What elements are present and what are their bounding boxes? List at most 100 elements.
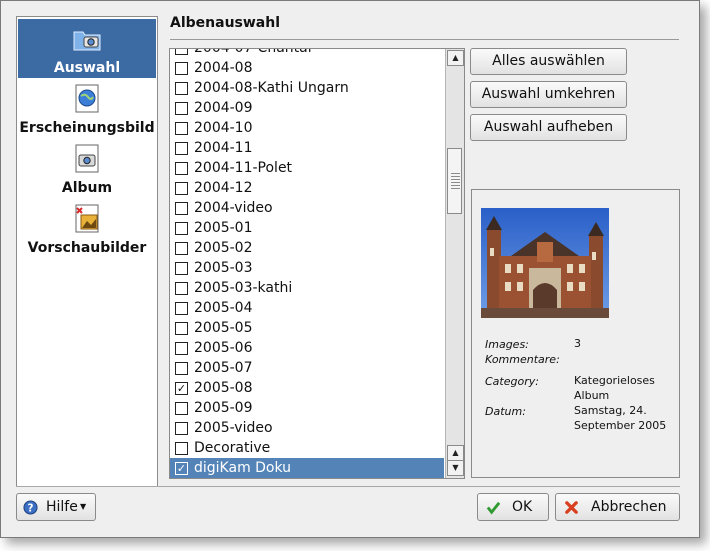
- album-checkbox[interactable]: [175, 322, 188, 335]
- sidebar-item-vorschaubilder[interactable]: Vorschaubilder: [18, 199, 156, 259]
- album-checkbox[interactable]: [175, 442, 188, 455]
- category-label: Category:: [485, 375, 539, 388]
- album-name: 2005-04: [194, 300, 253, 316]
- album-row[interactable]: ✓ digiKam Doku: [170, 458, 444, 478]
- help-label: Hilfe: [46, 499, 78, 515]
- album-row[interactable]: 2004-07-Chantal: [170, 49, 444, 58]
- album-row[interactable]: 2005-03: [170, 258, 444, 278]
- album-checkbox[interactable]: [175, 182, 188, 195]
- album-checkbox[interactable]: [175, 202, 188, 215]
- sidebar-item-erscheinungsbild[interactable]: Erscheinungsbild: [18, 79, 156, 139]
- album-checkbox[interactable]: [175, 122, 188, 135]
- chevron-down-icon: ▼: [80, 502, 87, 511]
- footer-divider: [16, 486, 680, 487]
- album-row[interactable]: 2004-10: [170, 118, 444, 138]
- album-checkbox[interactable]: [175, 402, 188, 415]
- scroll-up-button-lower[interactable]: ▲: [447, 445, 464, 461]
- album-row[interactable]: 2005-05: [170, 318, 444, 338]
- clear-selection-button[interactable]: Auswahl aufheben: [470, 114, 627, 141]
- album-name: 2005-06: [194, 340, 253, 356]
- album-info-panel: Images: 3 Kommentare: Category: Kategori…: [471, 189, 680, 478]
- album-row[interactable]: 2005-04: [170, 298, 444, 318]
- comments-label: Kommentare:: [485, 353, 560, 366]
- album-checkbox[interactable]: [175, 282, 188, 295]
- checkmark-icon: [486, 501, 501, 515]
- album-checkbox[interactable]: [175, 222, 188, 235]
- select-all-button[interactable]: Alles auswählen: [470, 48, 627, 75]
- album-checkbox[interactable]: [175, 302, 188, 315]
- album-row[interactable]: Decorative: [170, 438, 444, 458]
- album-name: digiKam Doku: [194, 460, 292, 476]
- date-label: Datum:: [485, 405, 526, 418]
- thumbnails-icon: [75, 204, 99, 233]
- album-list-scrollbar[interactable]: ▲ ▲ ▼: [445, 49, 464, 478]
- album-row[interactable]: 2004-09: [170, 98, 444, 118]
- date-value: Samstag, 24. September 2005: [574, 404, 667, 432]
- sidebar-item-label: Auswahl: [53, 60, 121, 76]
- album-checkbox[interactable]: [175, 422, 188, 435]
- cancel-button[interactable]: Abbrechen: [555, 493, 680, 521]
- album-name: 2004-12: [194, 180, 253, 196]
- album-name: 2004-11: [194, 140, 253, 156]
- svg-text:?: ?: [28, 502, 34, 514]
- album-row[interactable]: 2004-11: [170, 138, 444, 158]
- album-checkbox[interactable]: [175, 362, 188, 375]
- album-checkbox[interactable]: [175, 342, 188, 355]
- album-name: 2005-03: [194, 260, 253, 276]
- album-name: 2004-08: [194, 60, 253, 76]
- album-row[interactable]: 2005-video: [170, 418, 444, 438]
- album-name: Decorative: [194, 440, 271, 456]
- scroll-up-button[interactable]: ▲: [447, 50, 464, 66]
- album-row[interactable]: 2004-08-Kathi Ungarn: [170, 78, 444, 98]
- album-checkbox[interactable]: [175, 262, 188, 275]
- album-name: 2004-09: [194, 100, 253, 116]
- album-checkbox[interactable]: [175, 82, 188, 95]
- album-row[interactable]: 2005-02: [170, 238, 444, 258]
- images-label: Images:: [485, 338, 529, 351]
- album-list[interactable]: 2004-07-Chantal 2004-08 2004-08-Kathi Unga…: [169, 48, 465, 479]
- album-checkbox[interactable]: ✓: [175, 462, 188, 475]
- album-name: 2005-video: [194, 420, 273, 436]
- album-checkbox[interactable]: [175, 142, 188, 155]
- album-checkbox[interactable]: [175, 49, 188, 55]
- album-name: 2005-03-kathi: [194, 280, 293, 296]
- sidebar-item-auswahl[interactable]: Auswahl: [18, 19, 156, 78]
- album-name: 2005-08: [194, 380, 253, 396]
- ok-button[interactable]: OK: [477, 493, 549, 521]
- album-name: 2005-09: [194, 400, 253, 416]
- cancel-label: Abbrechen: [591, 499, 667, 515]
- album-name: 2005-05: [194, 320, 253, 336]
- scroll-down-button[interactable]: ▼: [447, 460, 464, 476]
- invert-selection-button[interactable]: Auswahl umkehren: [470, 81, 627, 108]
- sidebar: Auswahl Erscheinungsbild Album Vorschaub…: [16, 16, 158, 487]
- album-row[interactable]: 2004-11-Polet: [170, 158, 444, 178]
- ok-label: OK: [512, 499, 533, 515]
- config-dialog: Auswahl Erscheinungsbild Album Vorschaub…: [0, 0, 700, 538]
- sidebar-item-album[interactable]: Album: [18, 139, 156, 199]
- album-checkbox[interactable]: [175, 162, 188, 175]
- album-checkbox[interactable]: [175, 62, 188, 75]
- album-row[interactable]: 2004-12: [170, 178, 444, 198]
- album-icon: [75, 144, 99, 173]
- album-row[interactable]: ✓ 2005-08: [170, 378, 444, 398]
- album-thumbnail: [481, 208, 609, 318]
- album-name: 2005-07: [194, 360, 253, 376]
- album-name: 2004-08-Kathi Ungarn: [194, 80, 349, 96]
- help-button[interactable]: ? Hilfe ▼: [16, 493, 96, 521]
- album-row[interactable]: 2005-01: [170, 218, 444, 238]
- album-checkbox[interactable]: ✓: [175, 382, 188, 395]
- album-row[interactable]: 2005-09: [170, 398, 444, 418]
- album-row[interactable]: 2005-07: [170, 358, 444, 378]
- appearance-icon: [75, 84, 99, 113]
- album-row[interactable]: 2005-03-kathi: [170, 278, 444, 298]
- cancel-icon: [565, 501, 578, 514]
- album-name: 2004-11-Polet: [194, 160, 293, 176]
- category-value: Kategorieloses Album: [574, 374, 655, 402]
- album-row[interactable]: 2004-08: [170, 58, 444, 78]
- scroll-thumb[interactable]: [447, 148, 462, 214]
- album-row[interactable]: 2004-video: [170, 198, 444, 218]
- album-row[interactable]: 2005-06: [170, 338, 444, 358]
- album-checkbox[interactable]: [175, 242, 188, 255]
- sidebar-item-label: Erscheinungsbild: [19, 120, 155, 136]
- album-checkbox[interactable]: [175, 102, 188, 115]
